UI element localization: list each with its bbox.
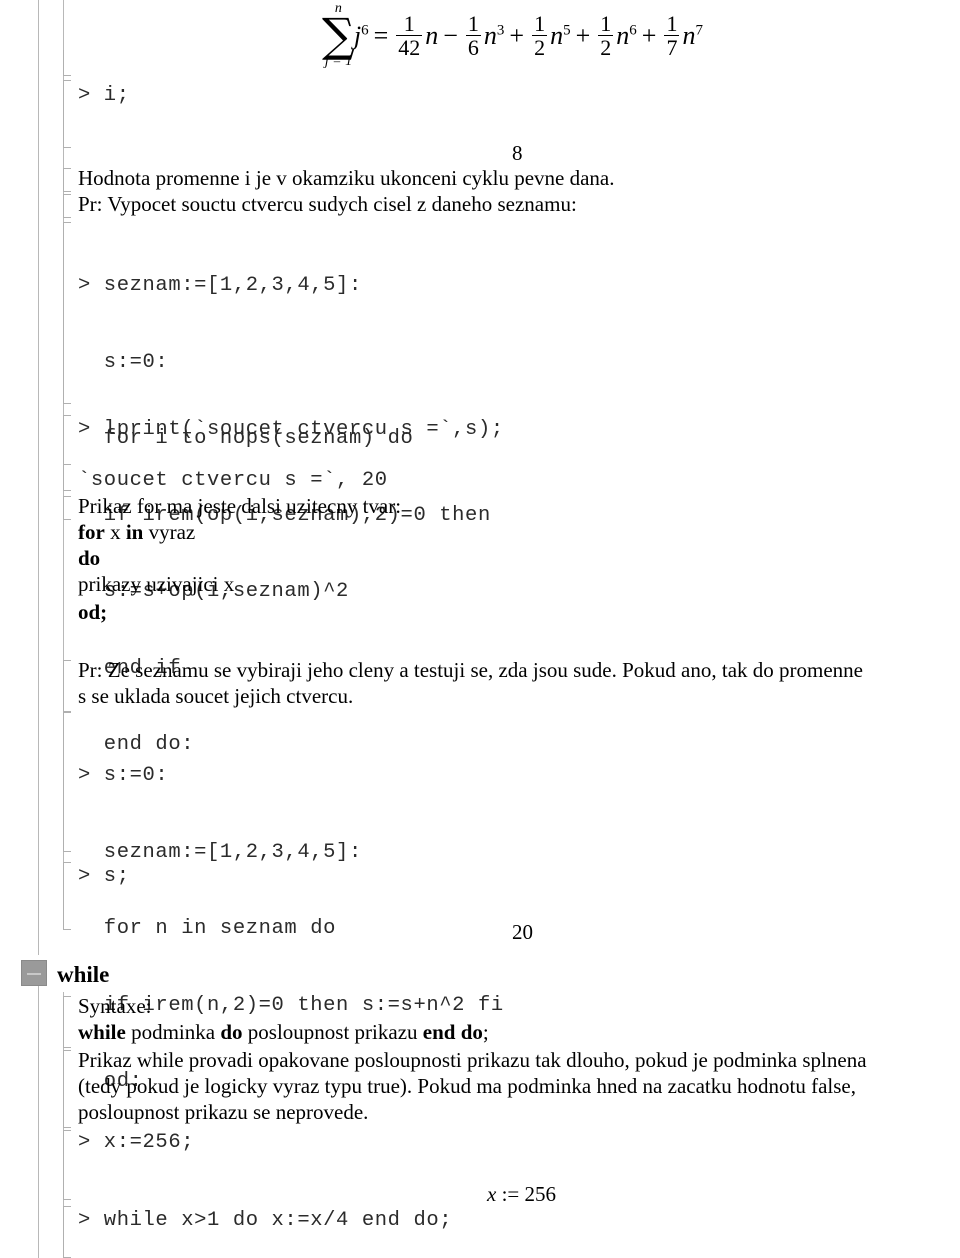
syntax-for-line4: od; (78, 600, 107, 626)
fraction-4: 1 2 (598, 11, 614, 61)
section-heading-while: while (57, 962, 110, 987)
group-bracket-syntaxe[interactable] (63, 996, 71, 1048)
term-1-variable: n (425, 20, 439, 50)
code-line[interactable]: > seznam:=[1,2,3,4,5]: (78, 273, 491, 299)
term-5-variable: n7 (682, 20, 703, 50)
input-line-x256[interactable]: > x:=256; (78, 1130, 194, 1156)
group-bracket-input-lprint[interactable] (63, 415, 71, 465)
output-value-20: 20 (512, 920, 533, 944)
fraction-1-numerator: 1 (403, 11, 415, 37)
input-line-i[interactable]: > i; (78, 83, 130, 109)
fraction-5-denominator: 7 (664, 35, 680, 61)
fraction-3-numerator: 1 (534, 11, 546, 37)
summation-symbol: n ∑ j = 1 (322, 2, 355, 69)
fraction-2: 1 6 (465, 11, 481, 61)
syntax-for-line2: do (78, 546, 100, 572)
fraction-5: 1 7 (664, 11, 680, 61)
group-rail-outer (38, 0, 39, 955)
group-bracket-lprint-output[interactable] (63, 463, 71, 491)
keyword-do: do (78, 546, 101, 570)
output-lprint: `soucet ctvercu s =`, 20 (78, 469, 388, 492)
group-bracket-input-i[interactable] (63, 80, 71, 148)
group-bracket-text-prikaz-for[interactable] (63, 496, 71, 520)
summand-base: j (353, 20, 362, 50)
output-lhs: x (487, 1182, 497, 1206)
equals-sign: = (373, 20, 389, 50)
output-rhs: 256 (524, 1182, 557, 1206)
while-body: posloupnost prikazu (247, 1020, 418, 1044)
summand: j6 (354, 21, 369, 51)
term-2-sign: − (443, 20, 458, 50)
text-prikaz-for: Prikaz for ma jeste dalsi uzitecny tvar: (78, 494, 402, 518)
for-expression: vyraz (148, 520, 196, 544)
fraction-2-denominator: 6 (465, 35, 481, 61)
term-3-sign: + (509, 20, 525, 50)
term-3-variable: n5 (550, 20, 571, 50)
code-line[interactable]: > s:=0: (78, 763, 504, 789)
sum-lower-limit: j = 1 (324, 54, 353, 70)
group-bracket-formula-close[interactable] (63, 50, 71, 76)
group-rail-while-section (38, 986, 39, 1258)
syntax-for-line1: for x in vyraz (78, 520, 195, 546)
code-line[interactable]: for n in seznam do (78, 916, 504, 942)
text-while-line2: (tedy pokud je logicky vyraz typu true).… (78, 1074, 856, 1098)
fraction-2-numerator: 1 (467, 11, 479, 37)
output-value-8: 8 (512, 141, 523, 165)
group-bracket-code-block-2[interactable] (63, 712, 71, 852)
term-2-variable: n3 (483, 20, 505, 50)
group-bracket-input-while-loop[interactable] (63, 1206, 71, 1258)
for-variable: x (110, 520, 121, 544)
code-line[interactable]: seznam:=[1,2,3,4,5]: (78, 840, 504, 866)
sigma-glyph: ∑ (322, 8, 355, 62)
group-bracket-text-pr1[interactable] (63, 194, 71, 218)
keyword-do: do (220, 1020, 243, 1044)
minus-icon (27, 973, 41, 975)
term-4-sign: + (575, 20, 591, 50)
section-collapse-toggle-while[interactable] (21, 960, 47, 986)
group-bracket-text-hodnota[interactable] (63, 168, 71, 192)
output-x-assign-256: x := 256 (487, 1182, 556, 1207)
fraction-1: 1 42 (396, 11, 423, 61)
group-bracket-code-block-1[interactable] (63, 222, 71, 404)
input-line-while-loop[interactable]: > while x>1 do x:=x/4 end do; (78, 1208, 452, 1234)
syntax-while-line: while podminka do posloupnost prikazu en… (78, 1020, 489, 1046)
group-bracket-input-s[interactable] (63, 862, 71, 930)
text-while-line1: Prikaz while provadi opakovane posloupno… (78, 1048, 867, 1072)
text-while-line3: posloupnost prikazu se neprovede. (78, 1100, 369, 1124)
term-4-variable: n6 (616, 20, 637, 50)
term-5-sign: + (641, 20, 657, 50)
text-hodnota-promenne: Hodnota promenne i je v okamziku ukoncen… (78, 166, 615, 190)
syntax-semicolon: ; (482, 1020, 489, 1044)
code-line[interactable]: s:=0: (78, 350, 491, 376)
keyword-end-do: end do (422, 1020, 483, 1044)
input-line-s[interactable]: > s; (78, 864, 130, 890)
fraction-5-numerator: 1 (666, 11, 678, 37)
fraction-4-numerator: 1 (600, 11, 612, 37)
fraction-3: 1 2 (532, 11, 548, 61)
text-pr-vypocet: Pr: Vypocet souctu ctvercu sudych cisel … (78, 192, 577, 216)
group-bracket-para-while[interactable] (63, 1050, 71, 1128)
group-bracket-input-x256[interactable] (63, 1130, 71, 1200)
keyword-while: while (78, 1020, 126, 1044)
fraction-1-denominator: 42 (396, 35, 423, 61)
text-pr2-line1: Pr: Ze seznamu se vybiraji jeho cleny a … (78, 658, 863, 682)
summand-exponent: 6 (361, 22, 369, 38)
syntax-for-line3: prikazy uzivajici x (78, 572, 235, 596)
text-pr2-line2: s se uklada soucet jejich ctvercu. (78, 684, 354, 708)
group-bracket-para-pr2[interactable] (63, 660, 71, 712)
output-assign-operator: := (501, 1182, 520, 1206)
keyword-in: in (125, 520, 144, 544)
keyword-od: od; (78, 600, 108, 624)
fraction-4-denominator: 2 (598, 35, 614, 61)
input-line-lprint[interactable]: > lprint(`soucet ctvercu s =`,s); (78, 417, 504, 443)
keyword-for: for (78, 520, 105, 544)
sum-formula-output: n ∑ j = 1 j6 = 1 42 n − 1 6 n3 + 1 2 n5 … (322, 2, 703, 69)
fraction-3-denominator: 2 (532, 35, 548, 61)
text-syntaxe-label: Syntaxe: (78, 994, 152, 1018)
while-condition: podminka (131, 1020, 216, 1044)
